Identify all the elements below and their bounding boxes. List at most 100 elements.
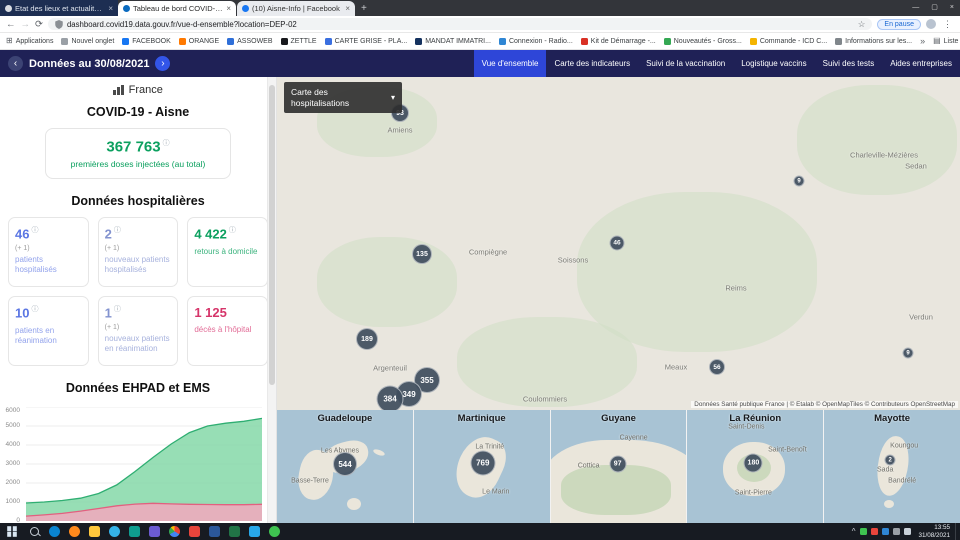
- file-explorer-taskbar-button[interactable]: [84, 523, 104, 540]
- forest-patch: [457, 317, 637, 407]
- region-selector[interactable]: France: [0, 84, 276, 96]
- bookmark-nouveautes[interactable]: Nouveautés - Gross...: [663, 37, 742, 45]
- bookmark-assoweb[interactable]: ASSOWEB: [227, 37, 273, 45]
- map-marker-8[interactable]: 56: [709, 359, 725, 375]
- network-icon[interactable]: [893, 528, 901, 535]
- show-desktop-button[interactable]: [955, 523, 960, 540]
- word-taskbar-button[interactable]: [204, 523, 224, 540]
- info-icon[interactable]: ⓘ: [31, 227, 38, 234]
- chrome-taskbar-button[interactable]: [164, 523, 184, 540]
- bookmarks-overflow-icon[interactable]: »: [920, 36, 925, 46]
- tab-vue-densemble[interactable]: Vue d'ensemble: [473, 50, 547, 77]
- tray-app-icon[interactable]: [860, 528, 868, 535]
- info-icon[interactable]: ⓘ: [31, 306, 38, 313]
- minimap-la-reunion[interactable]: La Réunion Saint-Denis Saint-Benoît Sain…: [687, 410, 825, 523]
- forest-shape: [560, 465, 671, 515]
- tray-app-icon[interactable]: [882, 528, 890, 535]
- bookmark-connexion-radio[interactable]: Connexion - Radio...: [498, 37, 573, 45]
- edge-taskbar-button[interactable]: [44, 523, 64, 540]
- bookmark-applications[interactable]: ⊞ Applications: [6, 37, 53, 45]
- tab-carte-des-indicateurs[interactable]: Carte des indicateurs: [546, 50, 638, 77]
- previous-day-button[interactable]: ‹: [8, 56, 23, 71]
- tab-logistique-vaccins[interactable]: Logistique vaccins: [733, 50, 814, 77]
- tray-app-icon[interactable]: [871, 528, 879, 535]
- tab-suivi-des-tests[interactable]: Suivi des tests: [815, 50, 883, 77]
- reload-button[interactable]: ⟳: [35, 19, 43, 30]
- minimap-marker[interactable]: 2: [884, 454, 896, 466]
- browser-menu-icon[interactable]: ⋮: [941, 19, 954, 30]
- tab-aides-entreprises[interactable]: Aides entreprises: [882, 50, 960, 77]
- window-close-button[interactable]: ×: [944, 0, 960, 16]
- map-marker-2[interactable]: 135: [412, 244, 432, 264]
- bookmark-star-icon[interactable]: ☆: [858, 19, 866, 30]
- bookmark-carte-grise[interactable]: CARTE GRISE - PLA...: [324, 37, 407, 45]
- minimap-guadeloupe[interactable]: Guadeloupe Les Abymes Basse-Terre 544: [277, 410, 414, 523]
- tab-close-icon[interactable]: ×: [345, 4, 350, 13]
- window-maximize-button[interactable]: ▢: [925, 0, 944, 16]
- map-layer-dropdown[interactable]: Carte des hospitalisations ▾: [284, 82, 402, 114]
- hospital-cards-grid: 46 ⓘ (+ 1) patients hospitalisés 2 ⓘ (+ 1)…: [0, 208, 276, 367]
- minimap-martinique[interactable]: Martinique La Trinité Le Marin 769: [413, 410, 551, 523]
- bookmark-facebook[interactable]: FACEBOOK: [122, 37, 171, 45]
- media-player-taskbar-button[interactable]: [144, 523, 164, 540]
- bookmark-nouvel-onglet[interactable]: Nouvel onglet: [61, 37, 114, 45]
- ehpad-chart: 0 1000 2000 3000 4000 5000 6000: [0, 407, 276, 529]
- internet-explorer-taskbar-button[interactable]: [104, 523, 124, 540]
- info-icon[interactable]: ⓘ: [114, 306, 121, 313]
- firefox-taskbar-button[interactable]: [64, 523, 84, 540]
- city-label-reims: Reims: [725, 283, 747, 293]
- main-map[interactable]: Carte des hospitalisations ▾ Amiens Comp…: [277, 77, 960, 410]
- taskbar-clock[interactable]: 13:55 31/08/2021: [913, 524, 955, 539]
- back-button[interactable]: ←: [6, 19, 16, 30]
- bookmark-commande-icd[interactable]: Commande - ICD C...: [749, 37, 827, 45]
- map-marker-10[interactable]: 9: [902, 347, 914, 359]
- tab-suivi-vaccination[interactable]: Suivi de la vaccination: [638, 50, 733, 77]
- store-icon: [128, 526, 140, 537]
- info-icon[interactable]: ⓘ: [114, 227, 121, 234]
- browser-tab-1[interactable]: Etat des lieux et actualités - Min... ×: [0, 0, 118, 16]
- bookmark-mandat-immat[interactable]: MANDAT IMMATRI...: [415, 37, 491, 45]
- minimap-marker[interactable]: 180: [743, 453, 763, 473]
- sidebar-scrollbar[interactable]: [267, 77, 276, 523]
- address-bar[interactable]: dashboard.covid19.data.gouv.fr/vue-d-ens…: [47, 18, 873, 30]
- bookmark-orange[interactable]: ORANGE: [178, 37, 219, 45]
- new-tab-button[interactable]: +: [355, 3, 373, 14]
- start-button[interactable]: [0, 523, 24, 540]
- sync-paused-chip[interactable]: En pause: [877, 18, 921, 30]
- minimap-mayotte[interactable]: Mayotte Koungou Sada Bandrélé 2: [824, 410, 960, 523]
- windows-logo-icon: [6, 526, 12, 531]
- window-minimize-button[interactable]: —: [906, 0, 925, 16]
- forward-button[interactable]: →: [21, 19, 31, 30]
- reading-list-button[interactable]: ▤ Liste de lecture: [933, 37, 960, 45]
- minimap-marker[interactable]: 769: [470, 450, 496, 476]
- profile-avatar[interactable]: [926, 19, 936, 29]
- map-marker-7[interactable]: 384: [376, 385, 404, 410]
- excel-taskbar-button[interactable]: [224, 523, 244, 540]
- info-icon[interactable]: ⓘ: [163, 140, 170, 147]
- tab-close-icon[interactable]: ×: [226, 4, 231, 13]
- next-day-button[interactable]: ›: [155, 56, 171, 71]
- scrollbar-thumb[interactable]: [269, 85, 275, 385]
- whatsapp-taskbar-button[interactable]: [264, 523, 284, 540]
- info-icon[interactable]: ⓘ: [229, 227, 236, 234]
- tab-close-icon[interactable]: ×: [108, 4, 113, 13]
- bookmark-kit-demarrage[interactable]: Kit de Démarrage -...: [580, 37, 656, 45]
- browser-tab-2-active[interactable]: Tableau de bord COVID-19 Suiv ×: [118, 1, 236, 16]
- bookmark-informations[interactable]: Informations sur les...: [835, 37, 912, 45]
- city-label-coulommiers: Coulommiers: [522, 394, 568, 404]
- adobe-reader-taskbar-button[interactable]: [184, 523, 204, 540]
- minimap-marker[interactable]: 544: [333, 452, 357, 476]
- store-taskbar-button[interactable]: [124, 523, 144, 540]
- tray-expand-icon[interactable]: ^: [849, 527, 859, 536]
- map-marker-3[interactable]: 46: [609, 235, 625, 251]
- map-marker-9[interactable]: 9: [793, 175, 805, 187]
- taskbar-search-button[interactable]: [24, 523, 44, 540]
- minimap-marker[interactable]: 97: [609, 455, 627, 473]
- bookmark-zettle[interactable]: ZETTLE: [280, 37, 317, 45]
- browser-tab-3[interactable]: (10) Aisne-Info | Facebook ×: [237, 1, 355, 16]
- minimap-guyane[interactable]: Guyane Cayenne Cottica 97: [550, 410, 688, 523]
- volume-icon[interactable]: [904, 528, 912, 535]
- facebook-favicon: [122, 37, 130, 45]
- map-marker-4[interactable]: 189: [356, 328, 378, 350]
- outlook-taskbar-button[interactable]: [244, 523, 264, 540]
